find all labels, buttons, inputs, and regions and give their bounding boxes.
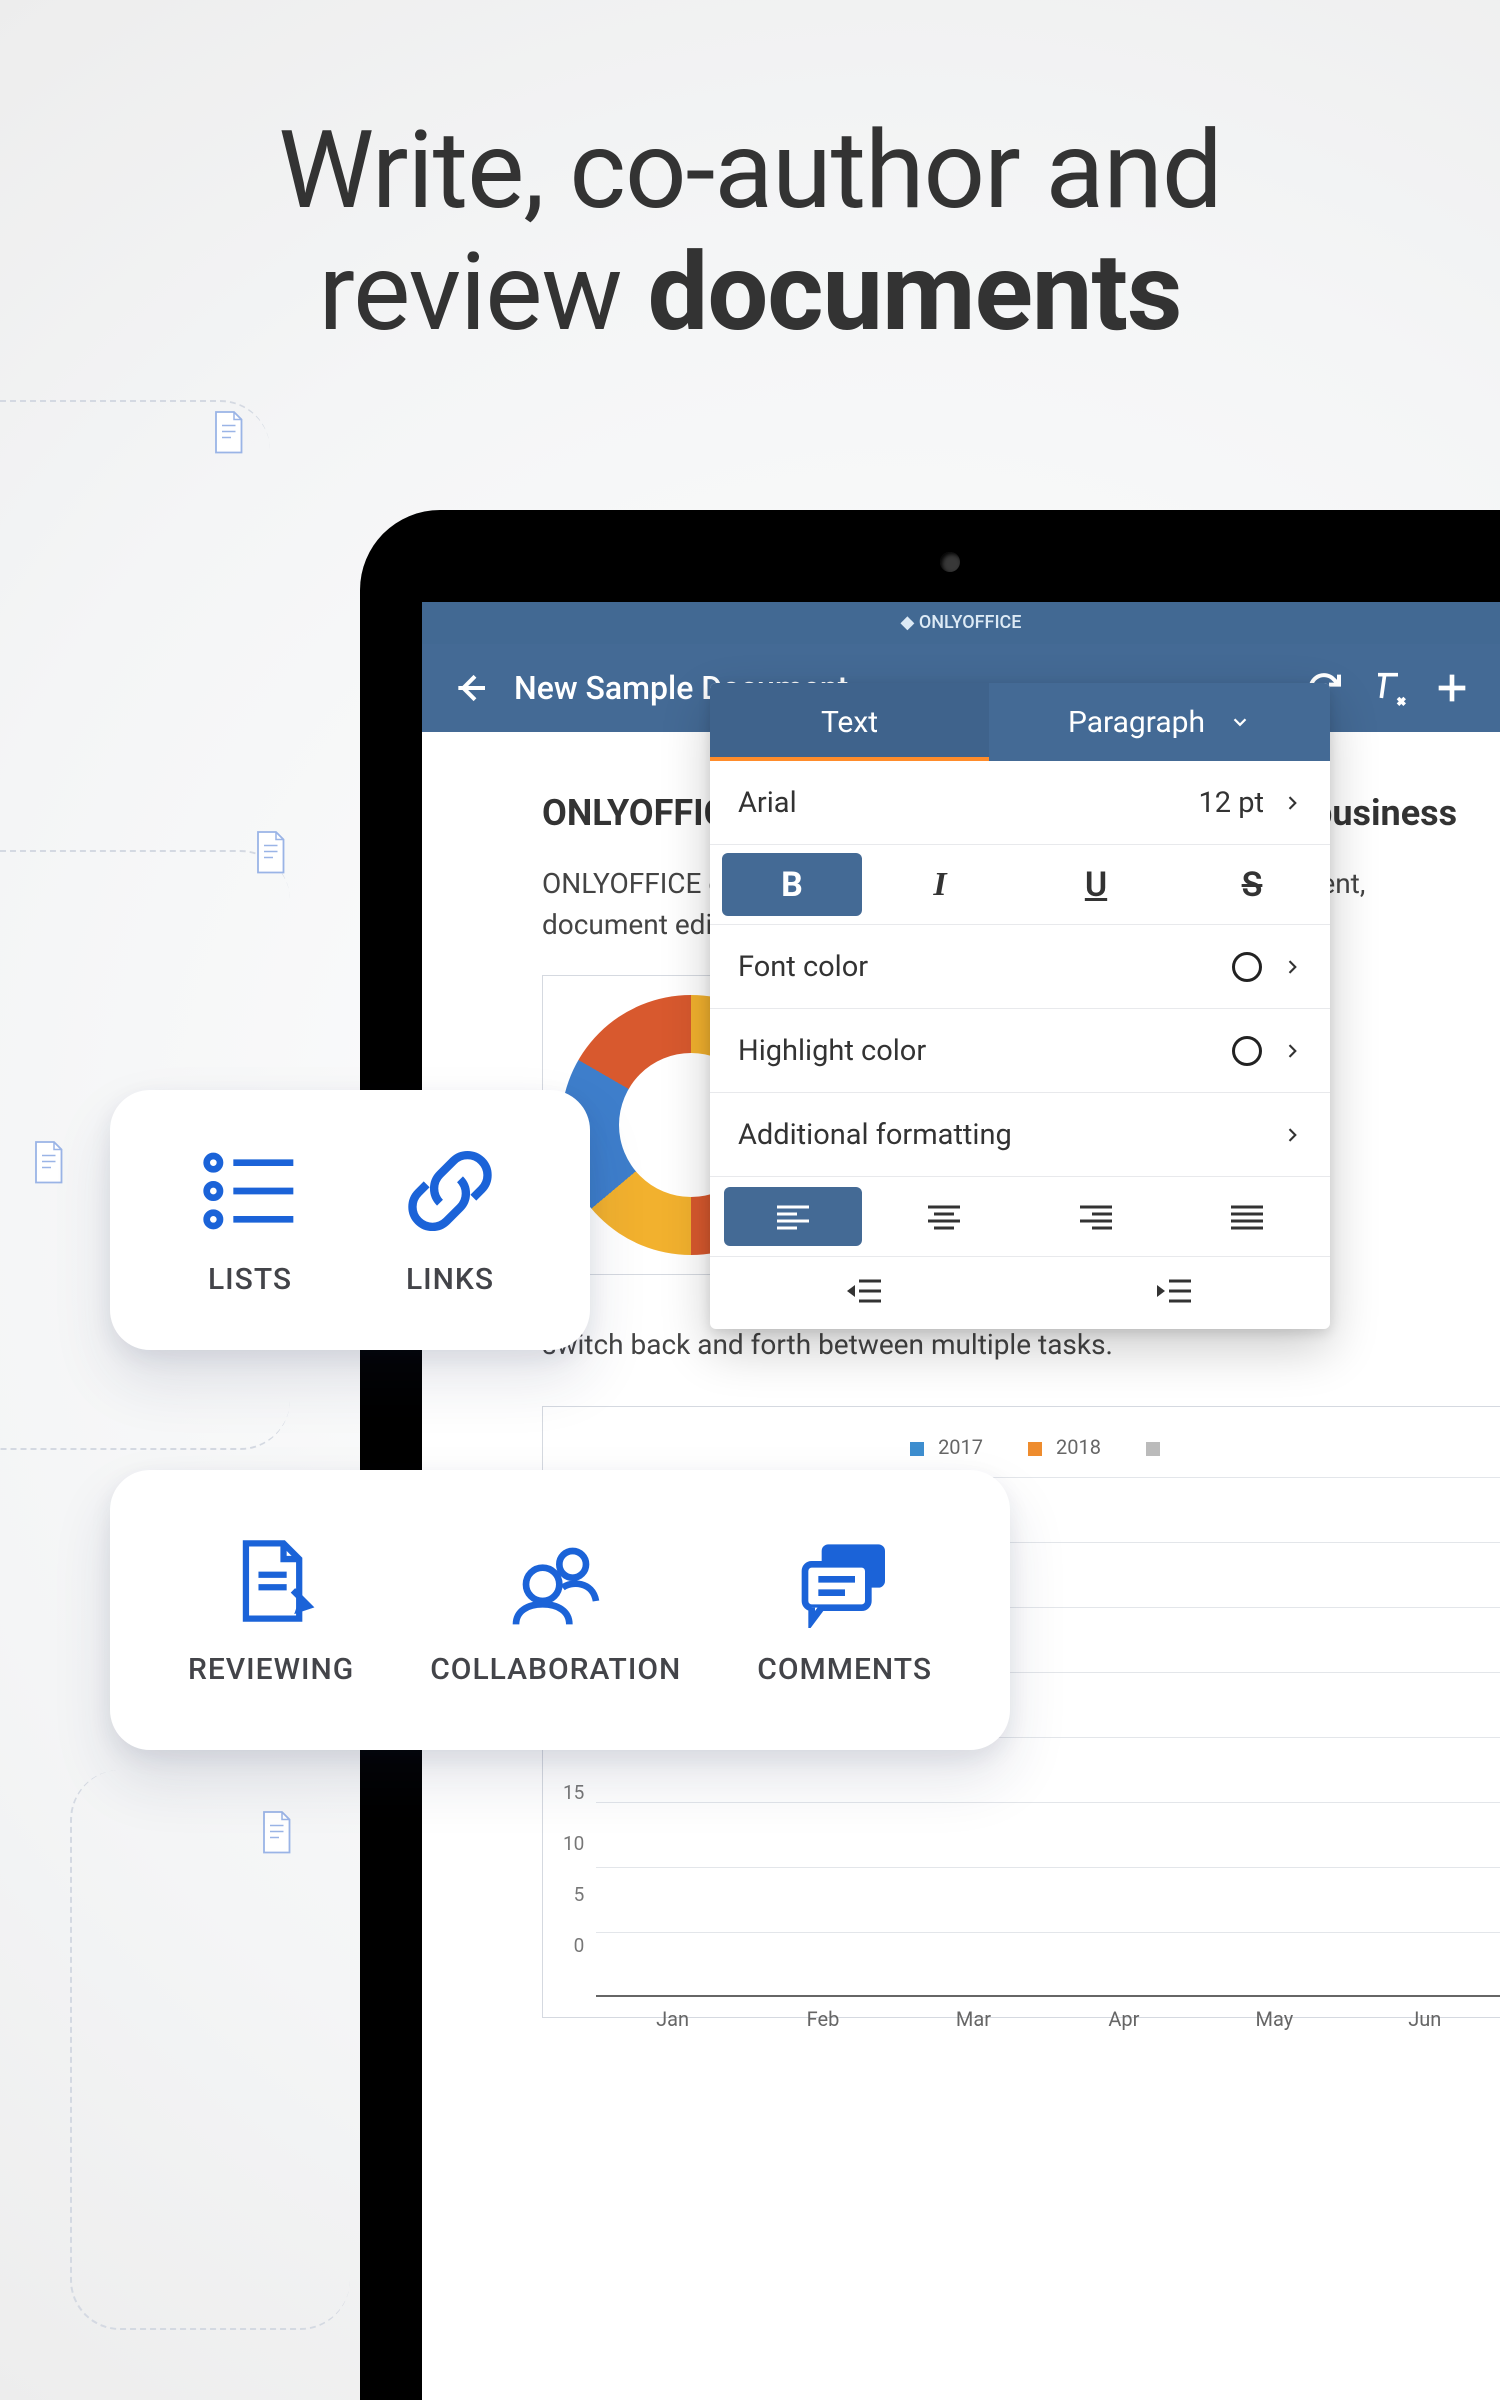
format-popover: Text Paragraph Arial 12 pt B I U S Font … xyxy=(710,683,1330,1329)
font-color-label: Font color xyxy=(738,950,1232,984)
deco-line xyxy=(70,1770,350,2330)
highlight-label: Highlight color xyxy=(738,1034,1232,1068)
hero-line1: Write, co-author and xyxy=(278,108,1222,234)
hero-line2-pre: review xyxy=(319,230,648,356)
chevron-right-icon xyxy=(1282,957,1302,977)
x-tick-label: Jun xyxy=(1361,2007,1489,2031)
color-swatch-icon xyxy=(1232,1036,1262,1066)
brand-strip: ◆ ONLYOFFICE xyxy=(422,602,1500,644)
font-name: Arial xyxy=(738,786,1198,820)
feature-lists: LISTS xyxy=(200,1144,300,1297)
x-tick-label: May xyxy=(1210,2007,1338,2031)
feature-label: LISTS xyxy=(208,1262,292,1297)
feature-label: REVIEWING xyxy=(188,1652,354,1687)
highlight-row[interactable]: Highlight color xyxy=(710,1009,1330,1093)
underline-button[interactable]: U xyxy=(1018,845,1174,924)
font-color-row[interactable]: Font color xyxy=(710,925,1330,1009)
additional-formatting-row[interactable]: Additional formatting xyxy=(710,1093,1330,1177)
decrease-indent-button[interactable] xyxy=(845,1276,885,1310)
align-row xyxy=(710,1177,1330,1257)
x-tick-label: Apr xyxy=(1060,2007,1188,2031)
clear-format-icon[interactable] xyxy=(1368,668,1408,708)
people-icon xyxy=(506,1534,606,1628)
align-right-button[interactable] xyxy=(1027,1187,1165,1246)
hero-line2-bold: documents xyxy=(648,230,1182,356)
bold-button[interactable]: B xyxy=(722,853,862,916)
feature-card-2: REVIEWING COLLABORATION COMMENTS xyxy=(110,1470,1010,1750)
feature-label: LINKS xyxy=(406,1262,494,1297)
chevron-down-icon xyxy=(1229,711,1251,733)
x-tick-label: Mar xyxy=(909,2007,1037,2031)
back-arrow-icon[interactable] xyxy=(450,668,490,708)
font-row[interactable]: Arial 12 pt xyxy=(710,761,1330,845)
feature-reviewing: REVIEWING xyxy=(188,1534,354,1687)
document-icon xyxy=(210,410,246,456)
align-justify-button[interactable] xyxy=(1179,1187,1317,1246)
review-icon xyxy=(221,1534,321,1628)
x-tick-label: Feb xyxy=(759,2007,887,2031)
additional-label: Additional formatting xyxy=(738,1118,1282,1152)
tab-paragraph[interactable]: Paragraph xyxy=(989,683,1330,761)
hero-headline: Write, co-author and review documents xyxy=(0,110,1500,354)
chevron-right-icon xyxy=(1282,793,1302,813)
plus-icon[interactable] xyxy=(1432,668,1472,708)
chart-legend: 2017 2018 xyxy=(563,1435,1500,1459)
doc-paragraph-2: switch back and forth between multiple t… xyxy=(542,1325,1460,1366)
increase-indent-button[interactable] xyxy=(1155,1276,1195,1310)
feature-label: COMMENTS xyxy=(757,1652,932,1687)
chevron-right-icon xyxy=(1282,1041,1302,1061)
popover-tabs: Text Paragraph xyxy=(710,683,1330,761)
font-size: 12 pt xyxy=(1198,786,1264,820)
strikethrough-button[interactable]: S xyxy=(1174,845,1330,924)
document-icon xyxy=(30,1140,66,1186)
list-icon xyxy=(200,1144,300,1238)
align-center-button[interactable] xyxy=(876,1187,1014,1246)
style-row: B I U S xyxy=(710,845,1330,925)
document-icon xyxy=(252,830,288,876)
feature-links: LINKS xyxy=(400,1144,500,1297)
feature-card-1: LISTS LINKS xyxy=(110,1090,590,1350)
link-icon xyxy=(400,1144,500,1238)
document-icon xyxy=(258,1810,294,1856)
tab-text[interactable]: Text xyxy=(710,683,989,761)
x-tick-label: Jan xyxy=(608,2007,736,2031)
feature-comments: COMMENTS xyxy=(757,1534,932,1687)
brand-name: ONLYOFFICE xyxy=(919,612,1022,633)
italic-button[interactable]: I xyxy=(862,845,1018,924)
indent-row xyxy=(710,1257,1330,1329)
chevron-right-icon xyxy=(1282,1125,1302,1145)
align-left-button[interactable] xyxy=(724,1187,862,1246)
color-swatch-icon xyxy=(1232,952,1262,982)
feature-collaboration: COLLABORATION xyxy=(430,1534,681,1687)
feature-label: COLLABORATION xyxy=(430,1652,681,1687)
comments-icon xyxy=(795,1534,895,1628)
